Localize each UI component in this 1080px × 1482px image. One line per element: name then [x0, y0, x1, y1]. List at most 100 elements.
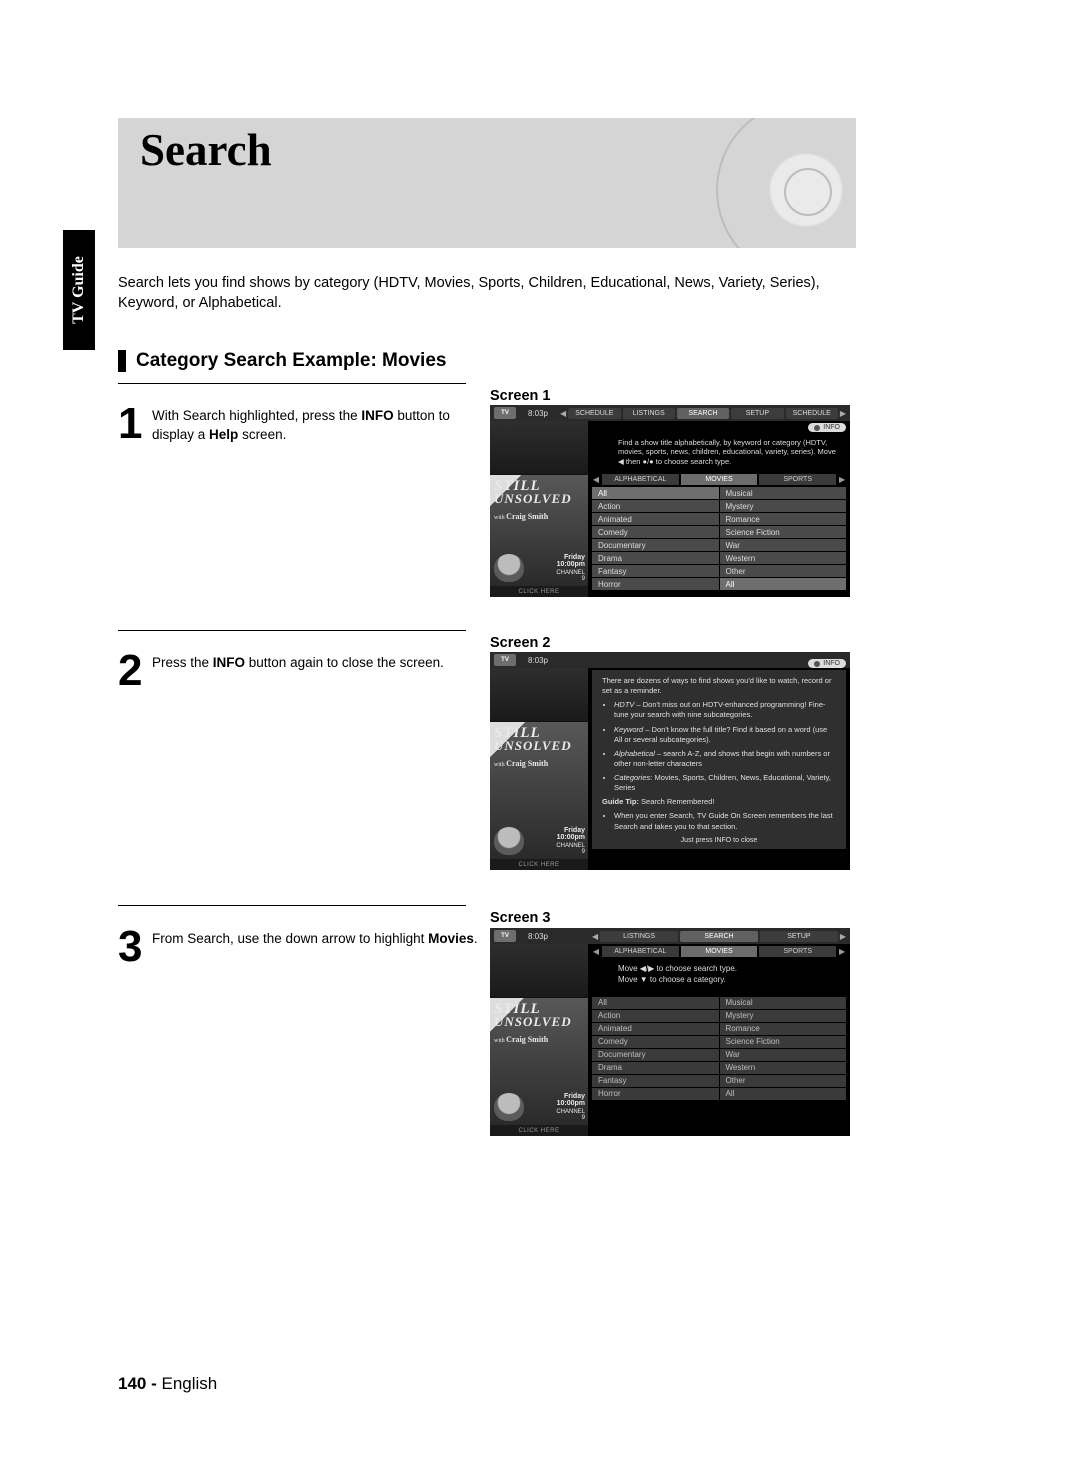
- step-2: 2 Press the INFO button again to close t…: [118, 654, 478, 673]
- left-pane: STILL UNSOLVED with Craig Smith Friday10…: [490, 944, 588, 1136]
- subtab-movies[interactable]: MOVIES: [681, 946, 758, 957]
- section-heading: Category Search Example: Movies: [118, 350, 446, 372]
- category-item[interactable]: Science Fiction: [720, 526, 847, 538]
- category-item[interactable]: Action: [592, 500, 719, 512]
- category-item[interactable]: Comedy: [592, 1036, 719, 1048]
- category-item[interactable]: Romance: [720, 1023, 847, 1035]
- title-banner: Search: [118, 118, 856, 248]
- category-grid: All Musical Action Mystery Animated Roma…: [588, 996, 850, 1104]
- poster-with: with Craig Smith: [494, 512, 584, 521]
- category-item[interactable]: Animated: [592, 513, 719, 525]
- category-item[interactable]: Action: [592, 1010, 719, 1022]
- poster-title-2: UNSOLVED: [494, 740, 584, 752]
- arrow-left-icon[interactable]: ◀: [592, 947, 600, 956]
- video-preview: [490, 421, 588, 475]
- page-footer: 140 - English: [118, 1374, 217, 1394]
- category-item[interactable]: Animated: [592, 1023, 719, 1035]
- category-item[interactable]: Science Fiction: [720, 1036, 847, 1048]
- category-item[interactable]: War: [720, 539, 847, 551]
- tvguide-logo: TV: [494, 930, 516, 942]
- category-item[interactable]: Horror: [592, 578, 719, 590]
- poster-channel: CHANNEL9: [556, 1109, 585, 1121]
- category-item[interactable]: Mystery: [720, 500, 847, 512]
- subtab-alphabetical[interactable]: ALPHABETICAL: [602, 474, 679, 485]
- category-item[interactable]: Drama: [592, 1062, 719, 1074]
- step-body: With Search highlighted, press the INFO …: [152, 407, 478, 444]
- category-item[interactable]: Fantasy: [592, 565, 719, 577]
- category-item[interactable]: Other: [720, 1075, 847, 1087]
- clock: 8:03p: [518, 932, 558, 941]
- text: From Search, use the down arrow to highl…: [152, 931, 428, 946]
- page-language: English: [161, 1374, 217, 1393]
- subtab-sports[interactable]: SPORTS: [759, 946, 836, 957]
- screenshot-1: TV 8:03p ◀ SCHEDULE LISTINGS SEARCH SETU…: [490, 405, 850, 597]
- tvguide-logo: TV: [494, 654, 516, 666]
- menu-search[interactable]: SEARCH: [677, 408, 729, 419]
- tvguide-logo: TV: [494, 407, 516, 419]
- category-item[interactable]: Comedy: [592, 526, 719, 538]
- category-item[interactable]: War: [720, 1049, 847, 1061]
- menu-schedule[interactable]: SCHEDULE: [568, 408, 620, 419]
- category-item[interactable]: Romance: [720, 513, 847, 525]
- arrow-right-icon[interactable]: ▶: [838, 947, 846, 956]
- bold: Movies: [428, 931, 474, 946]
- ad-poster[interactable]: STILL UNSOLVED with Craig Smith Friday10…: [490, 998, 588, 1125]
- ad-poster[interactable]: STILL UNSOLVED with Craig Smith Friday10…: [490, 722, 588, 859]
- category-item[interactable]: Mystery: [720, 1010, 847, 1022]
- help-text: Find a show title alphabetically, by key…: [588, 434, 850, 472]
- arrow-left-icon[interactable]: ◀: [592, 932, 598, 941]
- heading-text: Category Search Example: Movies: [136, 350, 446, 372]
- step-body: Press the INFO button again to close the…: [152, 654, 478, 673]
- arrow-left-icon[interactable]: ◀: [560, 409, 566, 418]
- arrow-right-icon[interactable]: ▶: [838, 475, 846, 484]
- step-body: From Search, use the down arrow to highl…: [152, 930, 478, 949]
- poster-channel: CHANNEL9: [556, 570, 585, 582]
- category-item[interactable]: Documentary: [592, 1049, 719, 1061]
- subtab-movies[interactable]: MOVIES: [681, 474, 758, 485]
- clock: 8:03p: [518, 656, 558, 665]
- face-icon: [494, 1093, 524, 1121]
- click-here-button[interactable]: CLICK HERE: [490, 859, 588, 870]
- ad-poster[interactable]: STILL UNSOLVED with Craig Smith Friday10…: [490, 475, 588, 586]
- subtab-sports[interactable]: SPORTS: [759, 474, 836, 485]
- category-item[interactable]: Western: [720, 1062, 847, 1074]
- category-item[interactable]: All: [720, 578, 847, 590]
- left-pane: STILL UNSOLVED with Craig Smith Friday10…: [490, 668, 588, 870]
- category-item[interactable]: All: [592, 997, 719, 1009]
- menu-setup[interactable]: SETUP: [760, 931, 838, 942]
- menu-schedule-2[interactable]: SCHEDULE: [786, 408, 838, 419]
- category-item[interactable]: All: [720, 1088, 847, 1100]
- arrow-left-icon[interactable]: ◀: [592, 475, 600, 484]
- click-here-button[interactable]: CLICK HERE: [490, 1125, 588, 1136]
- menu-search[interactable]: SEARCH: [680, 931, 758, 942]
- arrow-right-icon[interactable]: ▶: [840, 932, 846, 941]
- guide-tip-body: When you enter Search, TV Guide On Scree…: [614, 811, 836, 831]
- text: button again to close the screen.: [245, 655, 444, 670]
- menu-setup[interactable]: SETUP: [731, 408, 783, 419]
- menu-listings[interactable]: LISTINGS: [623, 408, 675, 419]
- category-item[interactable]: Fantasy: [592, 1075, 719, 1087]
- category-item[interactable]: Documentary: [592, 539, 719, 551]
- subtab-alphabetical[interactable]: ALPHABETICAL: [602, 946, 679, 957]
- screenshot-2: TV 8:03p INFO STILL UNSOLVED with Craig …: [490, 652, 850, 870]
- info-badge[interactable]: INFO: [808, 423, 846, 432]
- poster-channel: CHANNEL9: [556, 843, 585, 855]
- arrow-right-icon[interactable]: ▶: [840, 409, 846, 418]
- poster-with: with Craig Smith: [494, 759, 584, 768]
- info-badge[interactable]: INFO: [808, 659, 846, 668]
- category-item[interactable]: Other: [720, 565, 847, 577]
- menu-bar: TV 8:03p ◀ LISTINGS SEARCH SETUP ▶: [490, 928, 850, 944]
- page: TV Guide Search Search lets you find sho…: [0, 0, 1080, 1482]
- menu-listings[interactable]: LISTINGS: [600, 931, 678, 942]
- category-item[interactable]: Musical: [720, 487, 847, 499]
- category-item[interactable]: Musical: [720, 997, 847, 1009]
- click-here-button[interactable]: CLICK HERE: [490, 586, 588, 597]
- help-item: HDTV – Don't miss out on HDTV-enhanced p…: [614, 700, 836, 720]
- close-hint: Just press INFO to close: [602, 836, 836, 845]
- hint-line: Move ◀/▶ to choose search type.: [618, 964, 842, 975]
- category-item[interactable]: Drama: [592, 552, 719, 564]
- category-item[interactable]: Western: [720, 552, 847, 564]
- page-title: Search: [140, 124, 272, 176]
- category-item[interactable]: Horror: [592, 1088, 719, 1100]
- category-item[interactable]: All: [592, 487, 719, 499]
